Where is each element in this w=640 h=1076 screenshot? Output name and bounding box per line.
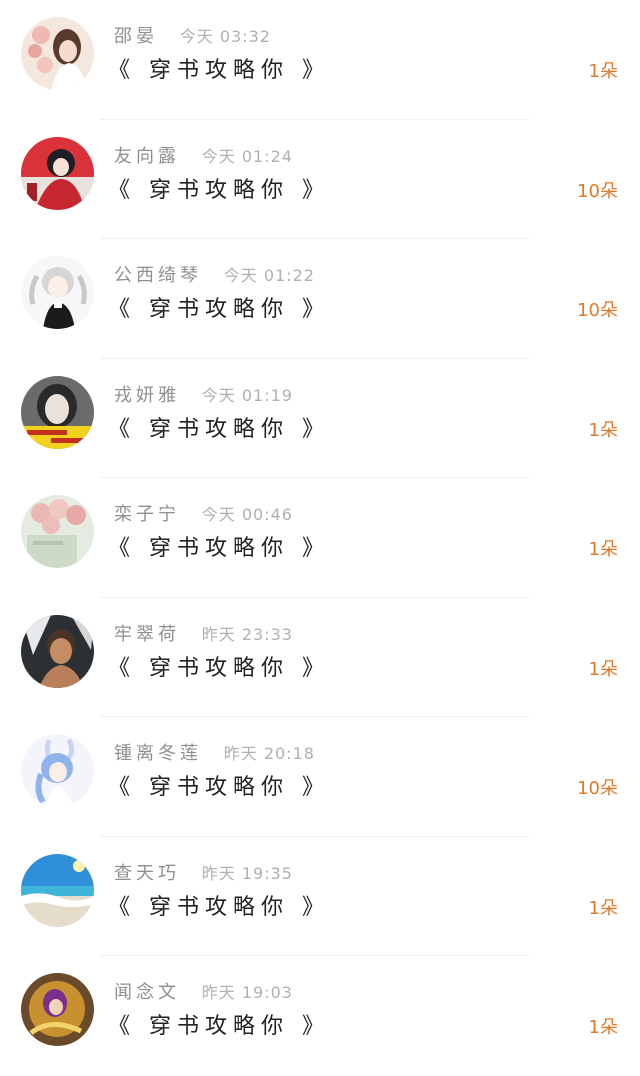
- list-item[interactable]: 查天巧 昨天 19:35 《 穿书攻略你 》 1朵: [0, 837, 640, 956]
- user-name[interactable]: 公西绮琴: [114, 264, 202, 288]
- book-title[interactable]: 《 穿书攻略你 》: [108, 654, 330, 684]
- avatar[interactable]: [21, 973, 94, 1046]
- gift-list: 邵晏 今天 03:32 《 穿书攻略你 》 1朵 友向露 今天 01:24 《 …: [0, 0, 640, 1076]
- list-item[interactable]: 友向露 今天 01:24 《 穿书攻略你 》 10朵: [0, 120, 640, 239]
- user-name[interactable]: 戎妍雅: [114, 384, 180, 408]
- list-item[interactable]: 牢翠荷 昨天 23:33 《 穿书攻略你 》 1朵: [0, 598, 640, 717]
- timestamp: 昨天 23:33: [201, 624, 293, 644]
- user-name[interactable]: 友向露: [114, 145, 180, 169]
- flower-count: 10朵: [577, 180, 618, 202]
- list-item[interactable]: 戎妍雅 今天 01:19 《 穿书攻略你 》 1朵: [0, 359, 640, 478]
- avatar[interactable]: [21, 853, 94, 927]
- avatar[interactable]: [21, 495, 94, 568]
- user-name[interactable]: 牢翠荷: [114, 623, 180, 647]
- user-name[interactable]: 邵晏: [114, 25, 158, 49]
- flower-count: 10朵: [577, 300, 618, 321]
- list-item[interactable]: 栾子宁 今天 00:46 《 穿书攻略你 》 1朵: [0, 478, 640, 598]
- book-title[interactable]: 《 穿书攻略你 》: [108, 56, 330, 86]
- book-title[interactable]: 《 穿书攻略你 》: [108, 295, 330, 325]
- list-item[interactable]: 邵晏 今天 03:32 《 穿书攻略你 》 1朵: [0, 0, 640, 120]
- user-name[interactable]: 查天巧: [114, 862, 180, 886]
- book-title[interactable]: 《 穿书攻略你 》: [108, 415, 330, 445]
- flower-count: 1朵: [588, 61, 618, 82]
- avatar[interactable]: [21, 734, 94, 807]
- book-title[interactable]: 《 穿书攻略你 》: [108, 1012, 330, 1042]
- avatar[interactable]: [21, 614, 94, 688]
- timestamp: 今天 03:32: [179, 27, 271, 46]
- user-name[interactable]: 栾子宁: [114, 503, 180, 527]
- book-title[interactable]: 《 穿书攻略你 》: [108, 534, 330, 564]
- avatar[interactable]: [21, 375, 94, 449]
- timestamp: 昨天 20:18: [223, 744, 315, 763]
- flower-count: 1朵: [588, 1017, 618, 1038]
- list-item[interactable]: 闻念文 昨天 19:03 《 穿书攻略你 》 1朵: [0, 956, 640, 1076]
- timestamp: 今天 01:19: [201, 385, 293, 405]
- timestamp: 今天 01:24: [201, 146, 293, 166]
- user-name[interactable]: 闻念文: [114, 981, 180, 1005]
- flower-count: 10朵: [577, 778, 618, 799]
- flower-count: 1朵: [588, 539, 618, 560]
- timestamp: 今天 01:22: [223, 266, 315, 285]
- flower-count: 1朵: [588, 897, 618, 919]
- book-title[interactable]: 《 穿书攻略你 》: [108, 893, 330, 923]
- avatar[interactable]: [21, 17, 94, 90]
- avatar[interactable]: [21, 136, 94, 210]
- flower-count: 1朵: [588, 658, 618, 680]
- list-item[interactable]: 锺离冬莲 昨天 20:18 《 穿书攻略你 》 10朵: [0, 717, 640, 837]
- timestamp: 昨天 19:03: [201, 983, 293, 1002]
- book-title[interactable]: 《 穿书攻略你 》: [108, 176, 330, 206]
- avatar[interactable]: [21, 256, 94, 329]
- flower-count: 1朵: [588, 419, 618, 441]
- user-name[interactable]: 锺离冬莲: [114, 742, 202, 766]
- timestamp: 今天 00:46: [201, 505, 293, 524]
- book-title[interactable]: 《 穿书攻略你 》: [108, 773, 330, 803]
- timestamp: 昨天 19:35: [201, 863, 293, 883]
- list-item[interactable]: 公西绮琴 今天 01:22 《 穿书攻略你 》 10朵: [0, 239, 640, 359]
